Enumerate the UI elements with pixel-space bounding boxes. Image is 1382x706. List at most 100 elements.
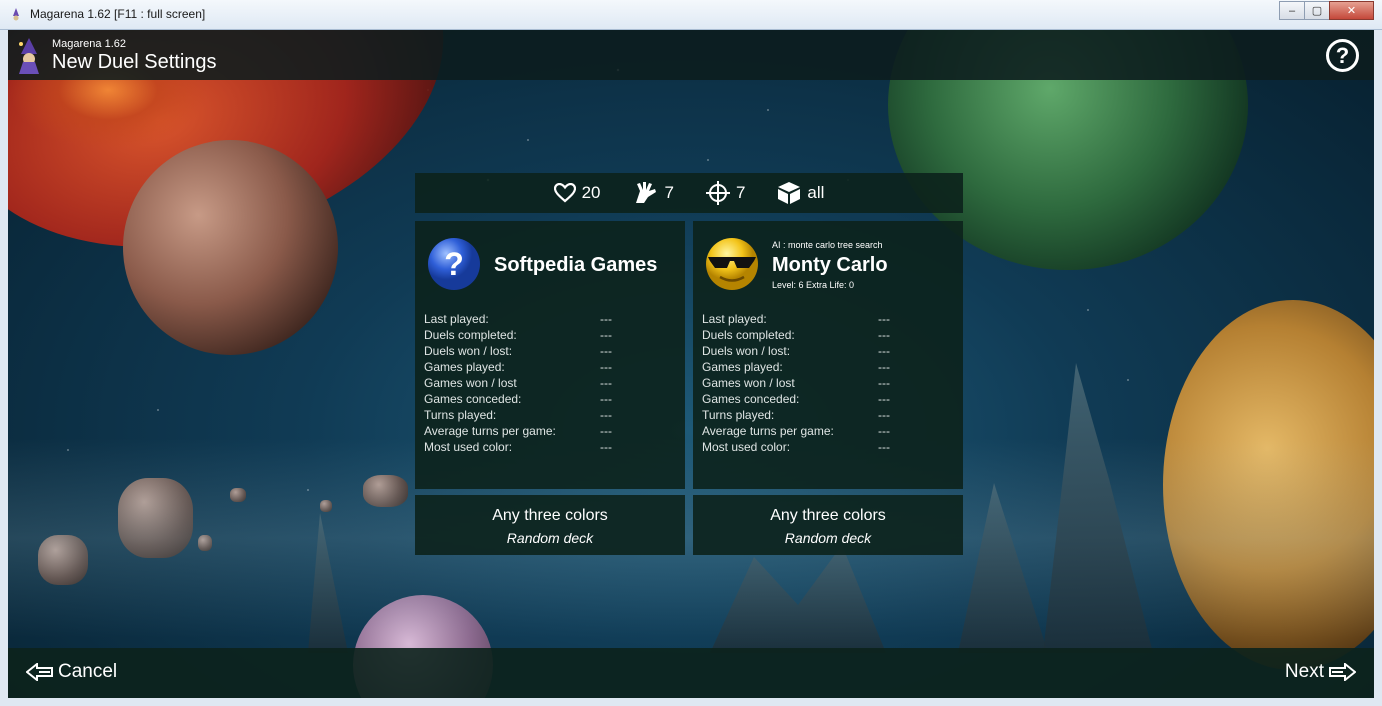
stat-label: Games played:: [424, 360, 505, 374]
stat-label: Last played:: [424, 312, 489, 326]
stat-value: ---: [600, 312, 612, 326]
stat-row: Games won / lost ---: [424, 375, 684, 391]
stat-value: ---: [878, 376, 890, 390]
hand-size-setting[interactable]: 7: [632, 181, 674, 205]
life-setting[interactable]: 20: [553, 183, 601, 203]
stat-value: ---: [600, 392, 612, 406]
stat-label: Duels won / lost:: [424, 344, 513, 358]
window-titlebar: Magarena 1.62 [F11 : full screen] – ▢ ✕: [0, 0, 1382, 30]
stat-label: Turns played:: [424, 408, 497, 422]
stat-value: ---: [600, 424, 612, 438]
stat-value: ---: [878, 328, 890, 342]
deck-type: Random deck: [784, 530, 872, 546]
close-button[interactable]: ✕: [1329, 1, 1374, 20]
stat-value: ---: [878, 392, 890, 406]
player-name: Monty Carlo: [772, 254, 888, 276]
maximize-button[interactable]: ▢: [1304, 1, 1330, 20]
stat-row: Duels won / lost: ---: [424, 343, 684, 359]
cancel-button[interactable]: Cancel: [22, 661, 117, 683]
player-panel-ai[interactable]: AI : monte carlo tree search Monty Carlo…: [693, 221, 963, 489]
stat-row: Average turns per game: ---: [702, 423, 962, 439]
window-title: Magarena 1.62 [F11 : full screen]: [30, 7, 206, 21]
stat-label: Average turns per game:: [702, 424, 834, 438]
ai-type-label: AI : monte carlo tree search: [772, 240, 883, 250]
wizard-app-icon: [13, 8, 19, 21]
stat-value: ---: [878, 440, 890, 454]
arrow-right-icon: [1329, 663, 1356, 681]
stat-row: Duels won / lost: ---: [702, 343, 962, 359]
minimize-button[interactable]: –: [1279, 1, 1305, 20]
player-panel-human[interactable]: ? Softpedia Games Last played: --- Duels …: [415, 221, 685, 489]
player-stats: Last played: --- Duels completed: --- Duel…: [424, 311, 684, 455]
stat-label: Games won / lost: [424, 376, 517, 390]
deck-colors: Any three colors: [492, 507, 608, 524]
wizard-logo-icon: [19, 38, 39, 74]
page-title: New Duel Settings: [52, 51, 217, 73]
stat-value: ---: [600, 360, 612, 374]
space-background: [8, 30, 1374, 698]
stat-label: Last played:: [702, 312, 767, 326]
stat-row: Games played: ---: [424, 359, 684, 375]
stat-row: Turns played: ---: [702, 407, 962, 423]
stat-row: Duels completed: ---: [702, 327, 962, 343]
stat-label: Average turns per game:: [424, 424, 556, 438]
stat-label: Duels won / lost:: [702, 344, 791, 358]
stat-row: Most used color: ---: [424, 439, 684, 455]
stat-label: Games conceded:: [424, 392, 522, 406]
stat-label: Games won / lost: [702, 376, 795, 390]
help-button[interactable]: ?: [1326, 39, 1359, 72]
stat-value: ---: [878, 408, 890, 422]
window-controls: – ▢ ✕: [1279, 1, 1374, 20]
app-client-area: Magarena 1.62 New Duel Settings ? 20 7 7: [8, 30, 1374, 698]
stat-value: ---: [878, 344, 890, 358]
stat-value: ---: [600, 440, 612, 454]
stat-row: Average turns per game: ---: [424, 423, 684, 439]
deck-panel-human[interactable]: Any three colors Random deck: [415, 495, 685, 555]
cube-setting[interactable]: all: [777, 181, 824, 205]
stat-label: Duels completed:: [702, 328, 795, 342]
stat-row: Games conceded: ---: [424, 391, 684, 407]
screen-footer: Cancel Next: [8, 648, 1374, 698]
stat-label: Games conceded:: [702, 392, 800, 406]
next-label: Next: [1284, 661, 1324, 682]
deck-colors: Any three colors: [770, 507, 886, 524]
deck-type: Random deck: [506, 530, 594, 546]
hand-size-value: 7: [664, 183, 674, 202]
stat-label: Turns played:: [702, 408, 775, 422]
ai-level-label: Level: 6 Extra Life: 0: [772, 280, 855, 290]
stat-row: Most used color: ---: [702, 439, 962, 455]
stat-value: ---: [600, 344, 612, 358]
stat-row: Duels completed: ---: [424, 327, 684, 343]
stat-label: Most used color:: [702, 440, 791, 454]
target-value: 7: [735, 183, 746, 202]
sunglasses-smiley-avatar-icon: [706, 238, 758, 290]
crosshair-icon: [705, 181, 730, 205]
stat-label: Duels completed:: [424, 328, 517, 342]
target-setting[interactable]: 7: [705, 181, 746, 205]
stat-value: ---: [878, 424, 890, 438]
stat-row: Games played: ---: [702, 359, 962, 375]
stat-row: Last played: ---: [424, 311, 684, 327]
cube-icon: [778, 182, 801, 204]
stat-value: ---: [878, 312, 890, 326]
stat-row: Turns played: ---: [424, 407, 684, 423]
deck-panel-ai[interactable]: Any three colors Random deck: [693, 495, 963, 555]
stat-label: Games played:: [702, 360, 783, 374]
app-name: Magarena 1.62: [52, 38, 126, 50]
brown-planet: [123, 140, 338, 355]
heart-icon: [553, 183, 576, 203]
stat-label: Most used color:: [424, 440, 513, 454]
stat-row: Last played: ---: [702, 311, 962, 327]
player-name: Softpedia Games: [494, 254, 658, 276]
arrow-left-icon: [26, 663, 53, 681]
stat-row: Games won / lost ---: [702, 375, 962, 391]
next-button[interactable]: Next: [1285, 661, 1360, 683]
stat-value: ---: [600, 376, 612, 390]
stat-value: ---: [878, 360, 890, 374]
life-value: 20: [581, 183, 601, 202]
screen-header: Magarena 1.62 New Duel Settings ?: [8, 30, 1374, 80]
stat-row: Games conceded: ---: [702, 391, 962, 407]
player-stats: Last played: --- Duels completed: --- Duel…: [702, 311, 962, 455]
cloud-haze: [8, 438, 1374, 638]
question-mark-avatar-icon: ?: [428, 238, 480, 290]
